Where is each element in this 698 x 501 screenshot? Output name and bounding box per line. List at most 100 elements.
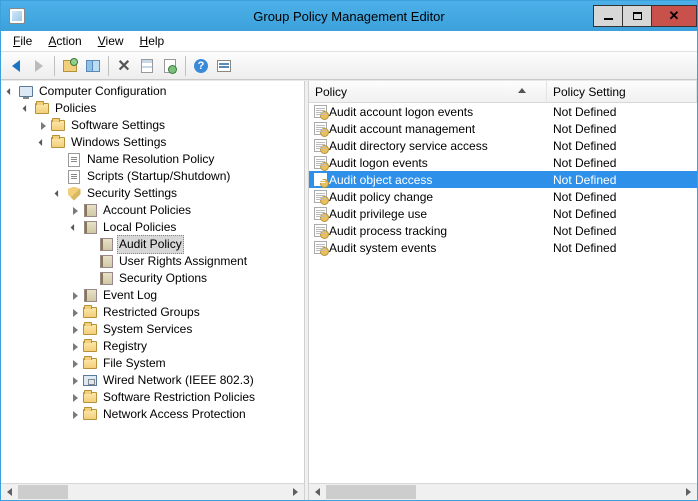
- list-h-scrollbar[interactable]: [309, 483, 697, 500]
- policy-doc-icon: [68, 153, 80, 167]
- nav-back-button[interactable]: [5, 55, 27, 77]
- toolbar-separator: [185, 56, 186, 76]
- tree-node-event-log[interactable]: Event Log: [69, 287, 304, 304]
- folder-icon: [35, 103, 49, 114]
- network-icon: [83, 375, 97, 386]
- column-header-setting[interactable]: Policy Setting: [547, 81, 697, 102]
- chevron-right-icon: [293, 488, 298, 496]
- arrow-left-icon: [12, 60, 20, 72]
- list-row[interactable]: Audit object accessNot Defined: [309, 171, 697, 188]
- tree-node-security-options[interactable]: Security Options: [85, 270, 304, 287]
- maximize-button[interactable]: [622, 5, 652, 27]
- policy-setting: Not Defined: [547, 190, 697, 204]
- folder-icon: [51, 120, 65, 131]
- book-icon: [100, 238, 113, 251]
- scroll-track[interactable]: [18, 484, 287, 500]
- titlebar[interactable]: Group Policy Management Editor ✕: [1, 1, 697, 31]
- book-icon: [84, 204, 97, 217]
- policy-name: Audit process tracking: [327, 224, 547, 238]
- policy-name: Audit directory service access: [327, 139, 547, 153]
- policy-name: Audit object access: [327, 173, 547, 187]
- scroll-thumb[interactable]: [326, 485, 416, 499]
- policy-list: Audit account logon eventsNot DefinedAud…: [309, 103, 697, 256]
- scroll-thumb[interactable]: [18, 485, 68, 499]
- pane-icon: [86, 60, 100, 72]
- close-button[interactable]: ✕: [651, 5, 697, 27]
- book-icon: [84, 221, 97, 234]
- tree-h-scrollbar[interactable]: [1, 483, 304, 500]
- tree-node-computer-configuration[interactable]: Computer Configuration: [5, 83, 304, 100]
- help-button[interactable]: ?: [190, 55, 212, 77]
- tree-node-local-policies[interactable]: Local Policies: [69, 219, 304, 236]
- policy-name: Audit privilege use: [327, 207, 547, 221]
- tree-node-file-system[interactable]: File System: [69, 355, 304, 372]
- options-button[interactable]: [213, 55, 235, 77]
- minimize-button[interactable]: [593, 5, 623, 27]
- tree-node-wired-network[interactable]: Wired Network (IEEE 802.3): [69, 372, 304, 389]
- scroll-left-button[interactable]: [309, 484, 326, 500]
- tree-node-policies[interactable]: Policies: [21, 100, 304, 117]
- menu-file[interactable]: FFileile: [5, 32, 40, 50]
- tree-node-scripts[interactable]: Scripts (Startup/Shutdown): [53, 168, 304, 185]
- x-icon: ✕: [117, 56, 130, 76]
- list-row[interactable]: Audit logon eventsNot Defined: [309, 154, 697, 171]
- folder-icon: [83, 307, 97, 318]
- tree-node-windows-settings[interactable]: Windows Settings: [37, 134, 304, 151]
- tree-node-nap[interactable]: Network Access Protection: [69, 406, 304, 423]
- properties-button[interactable]: [136, 55, 158, 77]
- delete-button[interactable]: ✕: [113, 55, 135, 77]
- tree-node-security-settings[interactable]: Security Settings: [53, 185, 304, 202]
- menu-view[interactable]: View: [90, 32, 132, 50]
- tree-node-audit-policy[interactable]: Audit Policy: [85, 236, 304, 253]
- scroll-track[interactable]: [326, 484, 680, 500]
- app-window: Group Policy Management Editor ✕ FFileil…: [0, 0, 698, 501]
- policy-item-icon: [314, 122, 327, 135]
- tree-node-software-restriction[interactable]: Software Restriction Policies: [69, 389, 304, 406]
- tree-node-system-services[interactable]: System Services: [69, 321, 304, 338]
- policy-setting: Not Defined: [547, 173, 697, 187]
- list-row[interactable]: Audit policy changeNot Defined: [309, 188, 697, 205]
- tree-node-user-rights[interactable]: User Rights Assignment: [85, 253, 304, 270]
- list-row[interactable]: Audit directory service accessNot Define…: [309, 137, 697, 154]
- folder-icon: [83, 409, 97, 420]
- book-icon: [100, 255, 113, 268]
- menu-help-label: elp: [148, 34, 164, 48]
- sheet-icon: [141, 59, 153, 73]
- list-scroll[interactable]: Audit account logon eventsNot DefinedAud…: [309, 103, 697, 483]
- scroll-left-button[interactable]: [1, 484, 18, 500]
- policy-setting: Not Defined: [547, 105, 697, 119]
- menu-help[interactable]: Help: [132, 32, 173, 50]
- tree-node-restricted-groups[interactable]: Restricted Groups: [69, 304, 304, 321]
- policy-item-icon: [314, 190, 327, 203]
- tree-node-software-settings[interactable]: Software Settings: [37, 117, 304, 134]
- show-hide-tree-button[interactable]: [82, 55, 104, 77]
- export-button[interactable]: [159, 55, 181, 77]
- scroll-right-button[interactable]: [287, 484, 304, 500]
- policy-setting: Not Defined: [547, 139, 697, 153]
- tree-scroll[interactable]: Computer Configuration Policies: [1, 81, 304, 483]
- policy-name: Audit system events: [327, 241, 547, 255]
- menu-action[interactable]: Action: [40, 32, 89, 50]
- tree-node-name-resolution-policy[interactable]: Name Resolution Policy: [53, 151, 304, 168]
- column-header-policy[interactable]: Policy: [309, 81, 547, 102]
- folder-up-icon: [63, 60, 77, 72]
- folder-icon: [83, 341, 97, 352]
- list-row[interactable]: Audit account managementNot Defined: [309, 120, 697, 137]
- folder-icon: [83, 358, 97, 369]
- tree-node-registry[interactable]: Registry: [69, 338, 304, 355]
- list-row[interactable]: Audit system eventsNot Defined: [309, 239, 697, 256]
- up-level-button[interactable]: [59, 55, 81, 77]
- nav-forward-button[interactable]: [28, 55, 50, 77]
- tree-node-account-policies[interactable]: Account Policies: [69, 202, 304, 219]
- policy-item-icon: [314, 105, 327, 118]
- list-row[interactable]: Audit account logon eventsNot Defined: [309, 103, 697, 120]
- list-row[interactable]: Audit privilege useNot Defined: [309, 205, 697, 222]
- menu-action-label: ction: [56, 34, 81, 48]
- client-area: Computer Configuration Policies: [1, 80, 697, 500]
- list-row[interactable]: Audit process trackingNot Defined: [309, 222, 697, 239]
- scroll-right-button[interactable]: [680, 484, 697, 500]
- policy-setting: Not Defined: [547, 224, 697, 238]
- policy-tree: Computer Configuration Policies: [1, 81, 304, 425]
- policy-item-icon: [314, 207, 327, 220]
- policy-setting: Not Defined: [547, 241, 697, 255]
